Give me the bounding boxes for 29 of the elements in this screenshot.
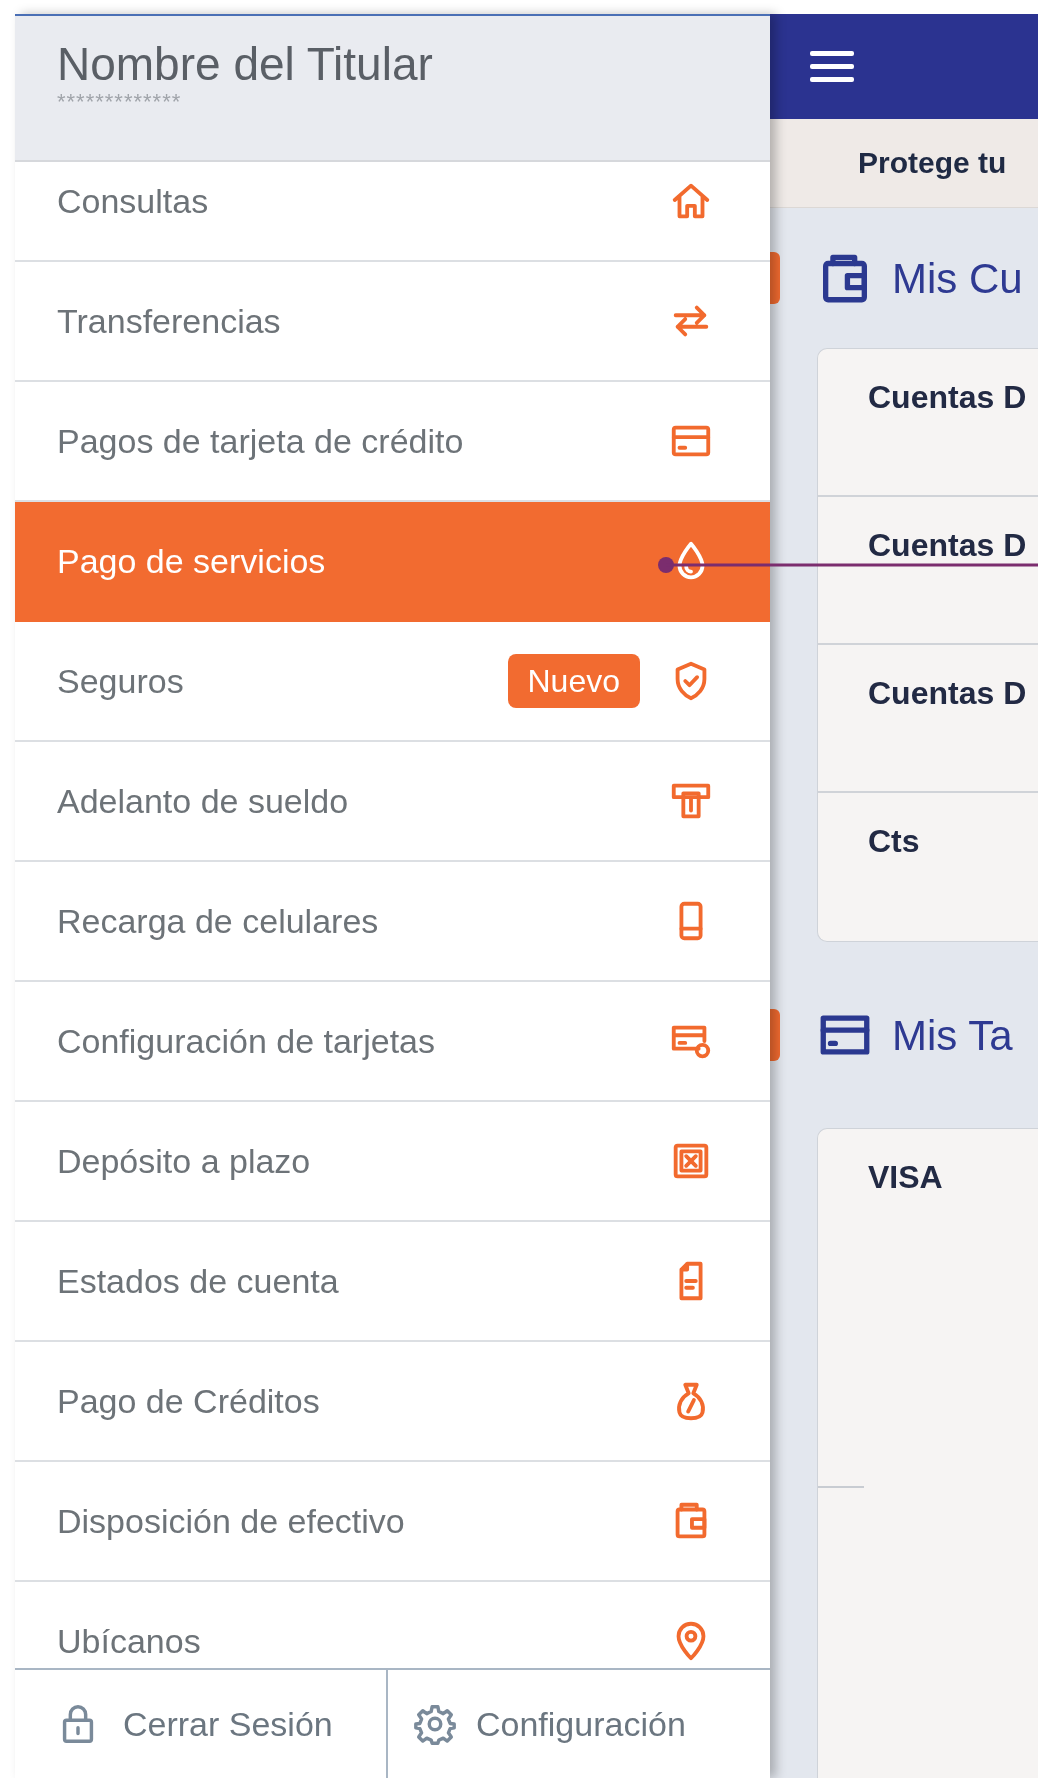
account-row-label: Cuentas D	[868, 675, 1027, 711]
masked-account-number: *************	[57, 92, 183, 112]
menu-item[interactable]: Configuración de tarjetas	[15, 982, 770, 1102]
menu-item[interactable]: Ubícanos	[15, 1582, 770, 1668]
menu-item[interactable]: Recarga de celulares	[15, 862, 770, 982]
menu-item[interactable]: Depósito a plazo	[15, 1102, 770, 1222]
section-marker	[770, 252, 780, 304]
menu-item[interactable]: Adelanto de sueldo	[15, 742, 770, 862]
menu-item[interactable]: Consultas	[15, 162, 770, 262]
new-badge: Nuevo	[507, 654, 640, 708]
account-holder-name: Nombre del Titular	[57, 37, 434, 92]
menu-item[interactable]: Pago de servicios	[15, 502, 770, 622]
menu-item[interactable]: Pagos de tarjeta de crédito	[15, 382, 770, 502]
menu-item[interactable]: Pago de Créditos	[15, 1342, 770, 1462]
section-title: Mis Cu	[892, 253, 1023, 304]
menu-item[interactable]: Seguros Nuevo	[15, 622, 770, 742]
menu-item[interactable]: Disposición de efectivo	[15, 1462, 770, 1582]
section-title: Mis Ta	[892, 1010, 1013, 1061]
banner-text: Protege tu	[858, 145, 1007, 182]
section-marker	[770, 1009, 780, 1061]
settings-button[interactable]: Configuración	[388, 1670, 770, 1778]
account-row-label: VISA	[868, 1159, 943, 1195]
account-row-label: Cuentas D	[868, 527, 1027, 563]
logout-button[interactable]: Cerrar Sesión	[15, 1670, 388, 1778]
menu-item[interactable]: Estados de cuenta	[15, 1222, 770, 1342]
account-row-label: Cuentas D	[868, 379, 1027, 415]
menu-item[interactable]: Transferencias	[15, 262, 770, 382]
account-row-label: Cts	[868, 823, 920, 859]
menu-icon[interactable]	[810, 49, 854, 84]
